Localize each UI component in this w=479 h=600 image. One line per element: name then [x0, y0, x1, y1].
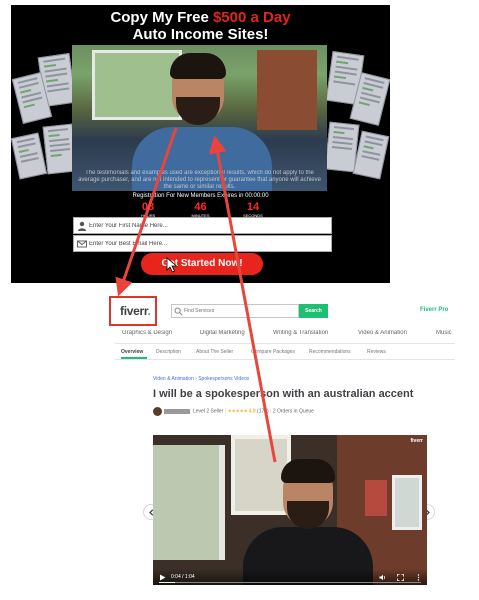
presenter-hair [281, 459, 335, 483]
headline-line2: Auto Income Sites! [132, 26, 269, 43]
first-name-field[interactable] [89, 218, 329, 233]
sales-headline: Copy My Free $500 a Day Auto Income Site… [11, 9, 390, 43]
envelope-icon [77, 240, 87, 248]
play-icon[interactable] [159, 574, 166, 581]
category-graphics-design[interactable]: Graphics & Design [122, 330, 172, 336]
orders-in-queue: 2 Orders in Queue [272, 408, 314, 415]
video-progress-bar[interactable] [159, 582, 421, 583]
sales-video[interactable]: The testimonials and examples used are e… [72, 45, 327, 191]
video-window-background [392, 475, 422, 530]
presenter-hair [170, 53, 226, 79]
category-nav: Graphics & Design Digital Marketing Writ… [122, 330, 455, 341]
seller-name-redacted [164, 409, 190, 414]
gig-video-player[interactable]: fiverr 0:04 / 1:04 [153, 435, 427, 585]
mouse-cursor-icon [166, 257, 178, 273]
tab-overview[interactable]: Overview [121, 349, 143, 355]
video-time: 0:04 / 1:04 [171, 574, 195, 580]
tab-reviews[interactable]: Reviews [367, 349, 386, 355]
timer-seconds-value: 14 [246, 201, 260, 213]
income-screenshot-right-4 [352, 130, 390, 180]
fullscreen-icon[interactable] [397, 574, 404, 581]
video-wall-poster [365, 480, 387, 516]
seller-level: Level 2 Seller [193, 408, 224, 415]
category-digital-marketing[interactable]: Digital Marketing [200, 330, 245, 336]
search-input[interactable] [184, 305, 294, 317]
category-music[interactable]: Music [436, 330, 452, 336]
tab-recommendations[interactable]: Recommendations [309, 349, 351, 355]
category-video-animation[interactable]: Video & Animation [358, 330, 407, 336]
star-rating-icon: ★★★★★ [227, 408, 248, 415]
headline-highlight: $500 a Day [212, 9, 291, 26]
first-name-field-wrapper [73, 217, 332, 234]
timer-minutes-value: 46 [194, 201, 207, 213]
fiverr-logo-dot: . [147, 304, 151, 318]
screenshot-composite: Copy My Free $500 a Day Auto Income Site… [0, 0, 479, 600]
fiverr-logo-text: fiverr [120, 304, 148, 318]
fiverr-logo[interactable]: fiverr. [120, 304, 151, 318]
timer-hours-value: 08 [141, 201, 155, 213]
tab-about-seller[interactable]: About The Seller [196, 349, 233, 355]
search-button[interactable]: Search [299, 304, 328, 318]
video-window-background [92, 50, 182, 120]
seller-avatar[interactable] [153, 407, 162, 416]
video-brick-background [257, 50, 317, 130]
sales-page-panel: Copy My Free $500 a Day Auto Income Site… [11, 5, 390, 283]
video-progress-fill [159, 582, 176, 583]
fiverr-gig-page: fiverr. Search Fiverr Pro Graphics & Des… [109, 294, 455, 600]
earnings-disclaimer: The testimonials and examples used are e… [78, 170, 321, 190]
headline-line1: Copy My Free [110, 9, 213, 26]
tab-compare-packages[interactable]: Compare Packages [251, 349, 295, 355]
search-icon [174, 307, 183, 316]
breadcrumb[interactable]: Video & Animation › Spokespersons Videos [153, 376, 249, 382]
presenter-beard [287, 501, 329, 529]
volume-icon[interactable] [379, 574, 386, 581]
fiverr-pro-link[interactable]: Fiverr Pro [420, 307, 448, 313]
email-field-wrapper [73, 235, 332, 252]
review-count[interactable]: (179) [257, 409, 269, 415]
presenter-beard [176, 97, 220, 125]
user-icon [78, 221, 86, 231]
gig-title: I will be a spokesperson with an austral… [153, 388, 414, 400]
video-window-background [153, 445, 225, 560]
divider [115, 343, 455, 344]
tab-description[interactable]: Description [156, 349, 181, 355]
video-watermark: fiverr [410, 438, 423, 444]
income-screenshot-left-4 [11, 132, 48, 180]
seller-overview: Level 2 Seller | ★★★★★ 4.9 (179) | 2 Ord… [153, 407, 314, 417]
category-writing-translation[interactable]: Writing & Translation [273, 330, 328, 336]
get-started-button[interactable]: Get Started Now! [141, 253, 263, 275]
divider [115, 359, 455, 360]
registration-expiry-text: Registration For New Members Expires in … [132, 193, 269, 199]
more-options-icon[interactable] [415, 574, 422, 581]
search-box [171, 304, 299, 318]
email-field[interactable] [89, 236, 329, 251]
rating-value: 4.9 [248, 408, 256, 415]
